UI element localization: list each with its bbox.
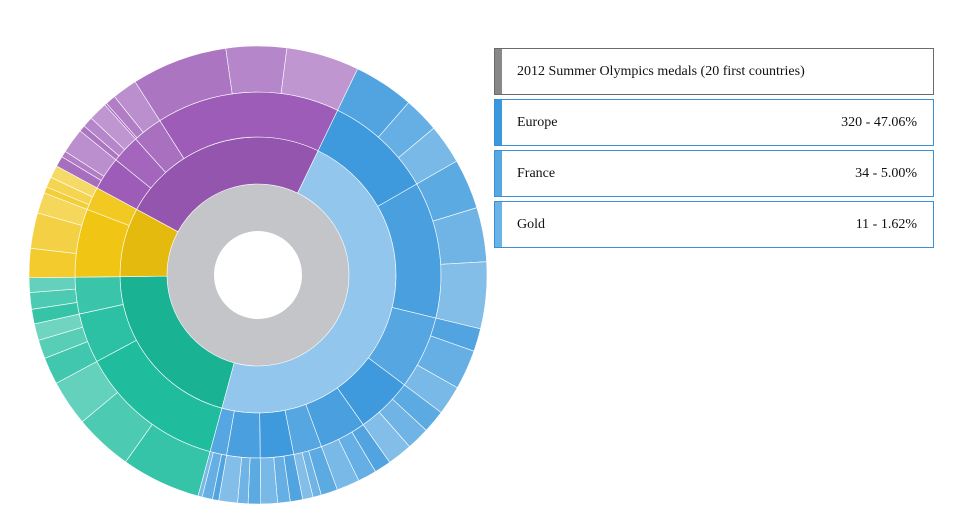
breadcrumb-item-medal[interactable]: Gold 11 - 1.62% — [494, 201, 934, 248]
breadcrumb-label: France — [517, 165, 556, 181]
breadcrumb-value: 11 - 1.62% — [855, 216, 917, 232]
title-swatch — [495, 49, 502, 94]
chart-title: 2012 Summer Olympics medals (20 first co… — [517, 63, 805, 79]
region-swatch — [495, 100, 502, 145]
medal-swatch — [495, 202, 502, 247]
breadcrumb-panel: 2012 Summer Olympics medals (20 first co… — [494, 48, 934, 252]
sunburst-rings — [28, 45, 488, 505]
breadcrumb-item-region[interactable]: Europe 320 - 47.06% — [494, 99, 934, 146]
sunburst-chart — [28, 45, 488, 505]
sunburst-center-ring[interactable] — [167, 184, 349, 366]
breadcrumb-item-country[interactable]: France 34 - 5.00% — [494, 150, 934, 197]
breadcrumb-value: 34 - 5.00% — [855, 165, 917, 181]
breadcrumb-title: 2012 Summer Olympics medals (20 first co… — [494, 48, 934, 95]
breadcrumb-label: Gold — [517, 216, 545, 232]
medal-arc-united-states-silver[interactable] — [225, 45, 288, 95]
country-swatch — [495, 151, 502, 196]
breadcrumb-label: Europe — [517, 114, 558, 130]
breadcrumb-value: 320 - 47.06% — [841, 114, 917, 130]
medal-arc-russia-bronze[interactable] — [435, 261, 488, 330]
